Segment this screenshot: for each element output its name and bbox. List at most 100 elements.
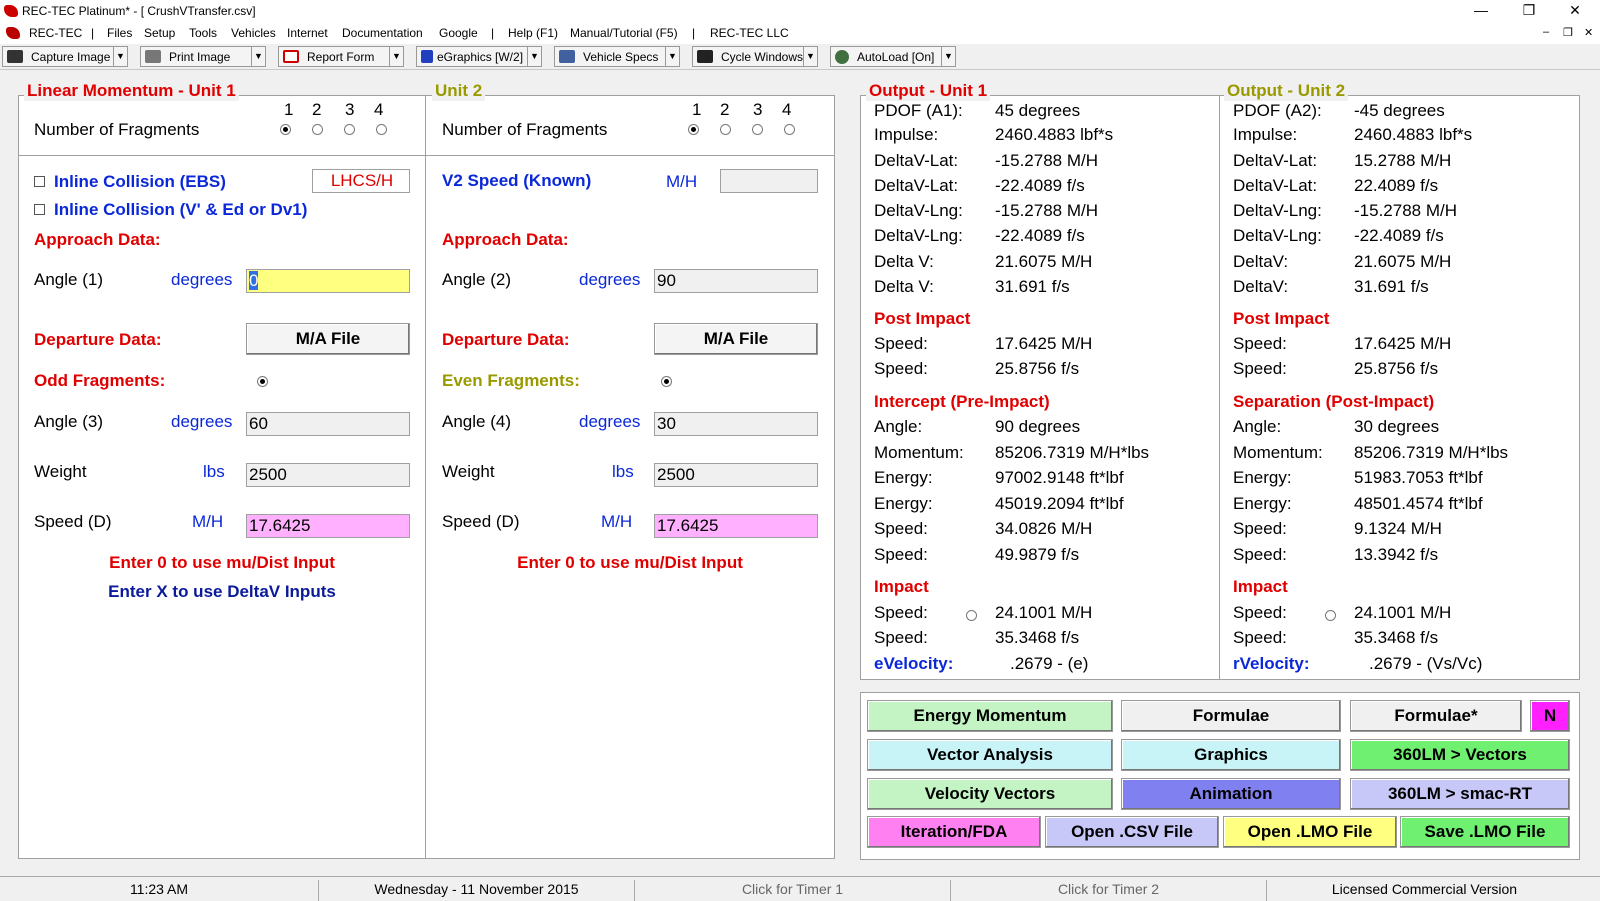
maximize-icon[interactable]: ❐ xyxy=(1514,2,1544,19)
unit1-speed-input[interactable]: 17.6425 xyxy=(246,514,410,538)
menu-files[interactable]: Files xyxy=(107,26,132,40)
mdi-restore-icon[interactable]: ❐ xyxy=(1563,26,1573,39)
output-label: Speed: xyxy=(1233,603,1287,622)
unit1-frag-radio-2[interactable] xyxy=(312,124,323,135)
capture-image-button[interactable]: Capture Image ▼ xyxy=(2,46,128,67)
open-csv-button[interactable]: Open .CSV File xyxy=(1045,816,1219,848)
app-icon[interactable] xyxy=(4,5,18,17)
angle1-input[interactable]: 0 xyxy=(246,269,410,293)
output-label: Momentum: xyxy=(1233,443,1323,462)
status-license: Licensed Commercial Version xyxy=(1266,880,1582,901)
graphics-icon xyxy=(421,50,433,63)
chevron-down-icon[interactable]: ▼ xyxy=(113,47,127,66)
inline-ebs-checkbox[interactable] xyxy=(34,176,45,187)
unit2-ma-file-button[interactable]: M/A File xyxy=(654,323,818,355)
unit2-frag-radio-1[interactable] xyxy=(688,124,699,135)
unit1-frag-radio-1[interactable] xyxy=(280,124,291,135)
angle3-input[interactable]: 60 xyxy=(246,412,410,436)
angle2-input[interactable]: 90 xyxy=(654,269,818,293)
save-lmo-button[interactable]: Save .LMO File xyxy=(1400,816,1570,848)
open-lmo-button[interactable]: Open .LMO File xyxy=(1223,816,1397,848)
energy-momentum-button[interactable]: Energy Momentum xyxy=(867,700,1113,732)
angle4-input[interactable]: 30 xyxy=(654,412,818,436)
camera-icon xyxy=(7,50,23,63)
autoload-button[interactable]: AutoLoad [On] ▼ xyxy=(830,46,956,67)
unit2-frag-radio-4[interactable] xyxy=(784,124,795,135)
unit2-speed-input[interactable]: 17.6425 xyxy=(654,514,818,538)
frag-num-3: 3 xyxy=(753,100,763,119)
frag-num-2: 2 xyxy=(720,100,730,119)
menu-google[interactable]: Google xyxy=(439,26,478,40)
unit1-frag-radio-4[interactable] xyxy=(376,124,387,135)
output-value: 2460.4883 lbf*s xyxy=(1354,125,1473,144)
output-value: 24.1001 M/H xyxy=(995,603,1093,622)
even-fragments-radio[interactable] xyxy=(661,376,672,387)
menu-rectec[interactable]: REC-TEC xyxy=(29,26,82,40)
impact-radio-unit1[interactable] xyxy=(966,610,977,621)
report-form-button[interactable]: Report Form ▼ xyxy=(278,46,404,67)
minimize-icon[interactable]: — xyxy=(1466,2,1496,18)
unit1-ma-file-button[interactable]: M/A File xyxy=(246,323,410,355)
output-label: Speed: xyxy=(1233,545,1287,564)
menu-internet[interactable]: Internet xyxy=(287,26,328,40)
v2-speed-input[interactable] xyxy=(720,169,818,193)
formulae-button[interactable]: Formulae xyxy=(1121,700,1341,732)
menu-tools[interactable]: Tools xyxy=(189,26,217,40)
impact-radio-unit2[interactable] xyxy=(1325,610,1336,621)
timer2-button[interactable]: Click for Timer 2 xyxy=(950,880,1266,901)
formulae-star-button[interactable]: Formulae* xyxy=(1350,700,1522,732)
frag-num-1: 1 xyxy=(284,100,294,119)
chevron-down-icon[interactable]: ▼ xyxy=(251,47,265,66)
vehicle-specs-button[interactable]: Vehicle Specs ▼ xyxy=(554,46,680,67)
output-label: Momentum: xyxy=(874,443,964,462)
unit1-weight-label: Weight xyxy=(34,462,87,481)
unit2-weight-input[interactable]: 2500 xyxy=(654,463,818,487)
animation-button[interactable]: Animation xyxy=(1121,778,1341,810)
360lm-smac-button[interactable]: 360LM > smac-RT xyxy=(1350,778,1570,810)
angle4-unit: degrees xyxy=(579,412,641,431)
chevron-down-icon[interactable]: ▼ xyxy=(941,47,955,66)
menu-help[interactable]: Help (F1) xyxy=(508,26,558,40)
output-label: Angle: xyxy=(1233,417,1282,436)
lhcs-field[interactable]: LHCS/H xyxy=(312,169,410,193)
close-icon[interactable]: ✕ xyxy=(1560,2,1590,19)
unit1-frag-radio-3[interactable] xyxy=(344,124,355,135)
menu-setup[interactable]: Setup xyxy=(144,26,175,40)
velocity-vectors-button[interactable]: Velocity Vectors xyxy=(867,778,1113,810)
unit2-frag-radio-3[interactable] xyxy=(752,124,763,135)
menu-manual[interactable]: Manual/Tutorial (F5) xyxy=(570,26,678,40)
print-image-button[interactable]: Print Image ▼ xyxy=(140,46,266,67)
chevron-down-icon[interactable]: ▼ xyxy=(527,47,541,66)
timer1-button[interactable]: Click for Timer 1 xyxy=(634,880,950,901)
chevron-down-icon[interactable]: ▼ xyxy=(389,47,403,66)
menu-documentation[interactable]: Documentation xyxy=(342,26,423,40)
unit1-weight-input[interactable]: 2500 xyxy=(246,463,410,487)
menu-bar: REC-TEC | Files Setup Tools Vehicles Int… xyxy=(0,22,1600,44)
output-value: 48501.4574 ft*lbf xyxy=(1354,494,1483,513)
output-value: 34.0826 M/H xyxy=(995,519,1093,538)
odd-fragments-header: Odd Fragments: xyxy=(34,371,166,390)
output-label: DeltaV-Lng: xyxy=(1233,226,1322,245)
unit1-departure-header: Departure Data: xyxy=(34,330,162,349)
egraphics-button[interactable]: eGraphics [W/2] ▼ xyxy=(416,46,542,67)
360lm-vectors-button[interactable]: 360LM > Vectors xyxy=(1350,739,1570,771)
chevron-down-icon[interactable]: ▼ xyxy=(803,47,817,66)
output-value: 35.3468 f/s xyxy=(1354,628,1439,647)
graphics-button[interactable]: Graphics xyxy=(1121,739,1341,771)
cycle-windows-button[interactable]: Cycle Windows ▼ xyxy=(692,46,818,67)
mdi-minimize-icon[interactable]: – xyxy=(1543,26,1549,38)
report-form-label: Report Form xyxy=(307,49,375,64)
vector-analysis-button[interactable]: Vector Analysis xyxy=(867,739,1113,771)
menu-vehicles[interactable]: Vehicles xyxy=(231,26,276,40)
window-title: REC-TEC Platinum* - [ CrushVTransfer.csv… xyxy=(22,4,256,18)
iteration-fda-button[interactable]: Iteration/FDA xyxy=(867,816,1041,848)
inline-v-checkbox[interactable] xyxy=(34,204,45,215)
output-label: Speed: xyxy=(874,603,928,622)
odd-fragments-radio[interactable] xyxy=(257,376,268,387)
chevron-down-icon[interactable]: ▼ xyxy=(665,47,679,66)
velocity-label: eVelocity: xyxy=(874,654,954,673)
mdi-close-icon[interactable]: ✕ xyxy=(1584,26,1593,39)
menu-rectec-llc[interactable]: REC-TEC LLC xyxy=(710,26,789,40)
n-button[interactable]: N xyxy=(1530,700,1570,732)
unit2-frag-radio-2[interactable] xyxy=(720,124,731,135)
